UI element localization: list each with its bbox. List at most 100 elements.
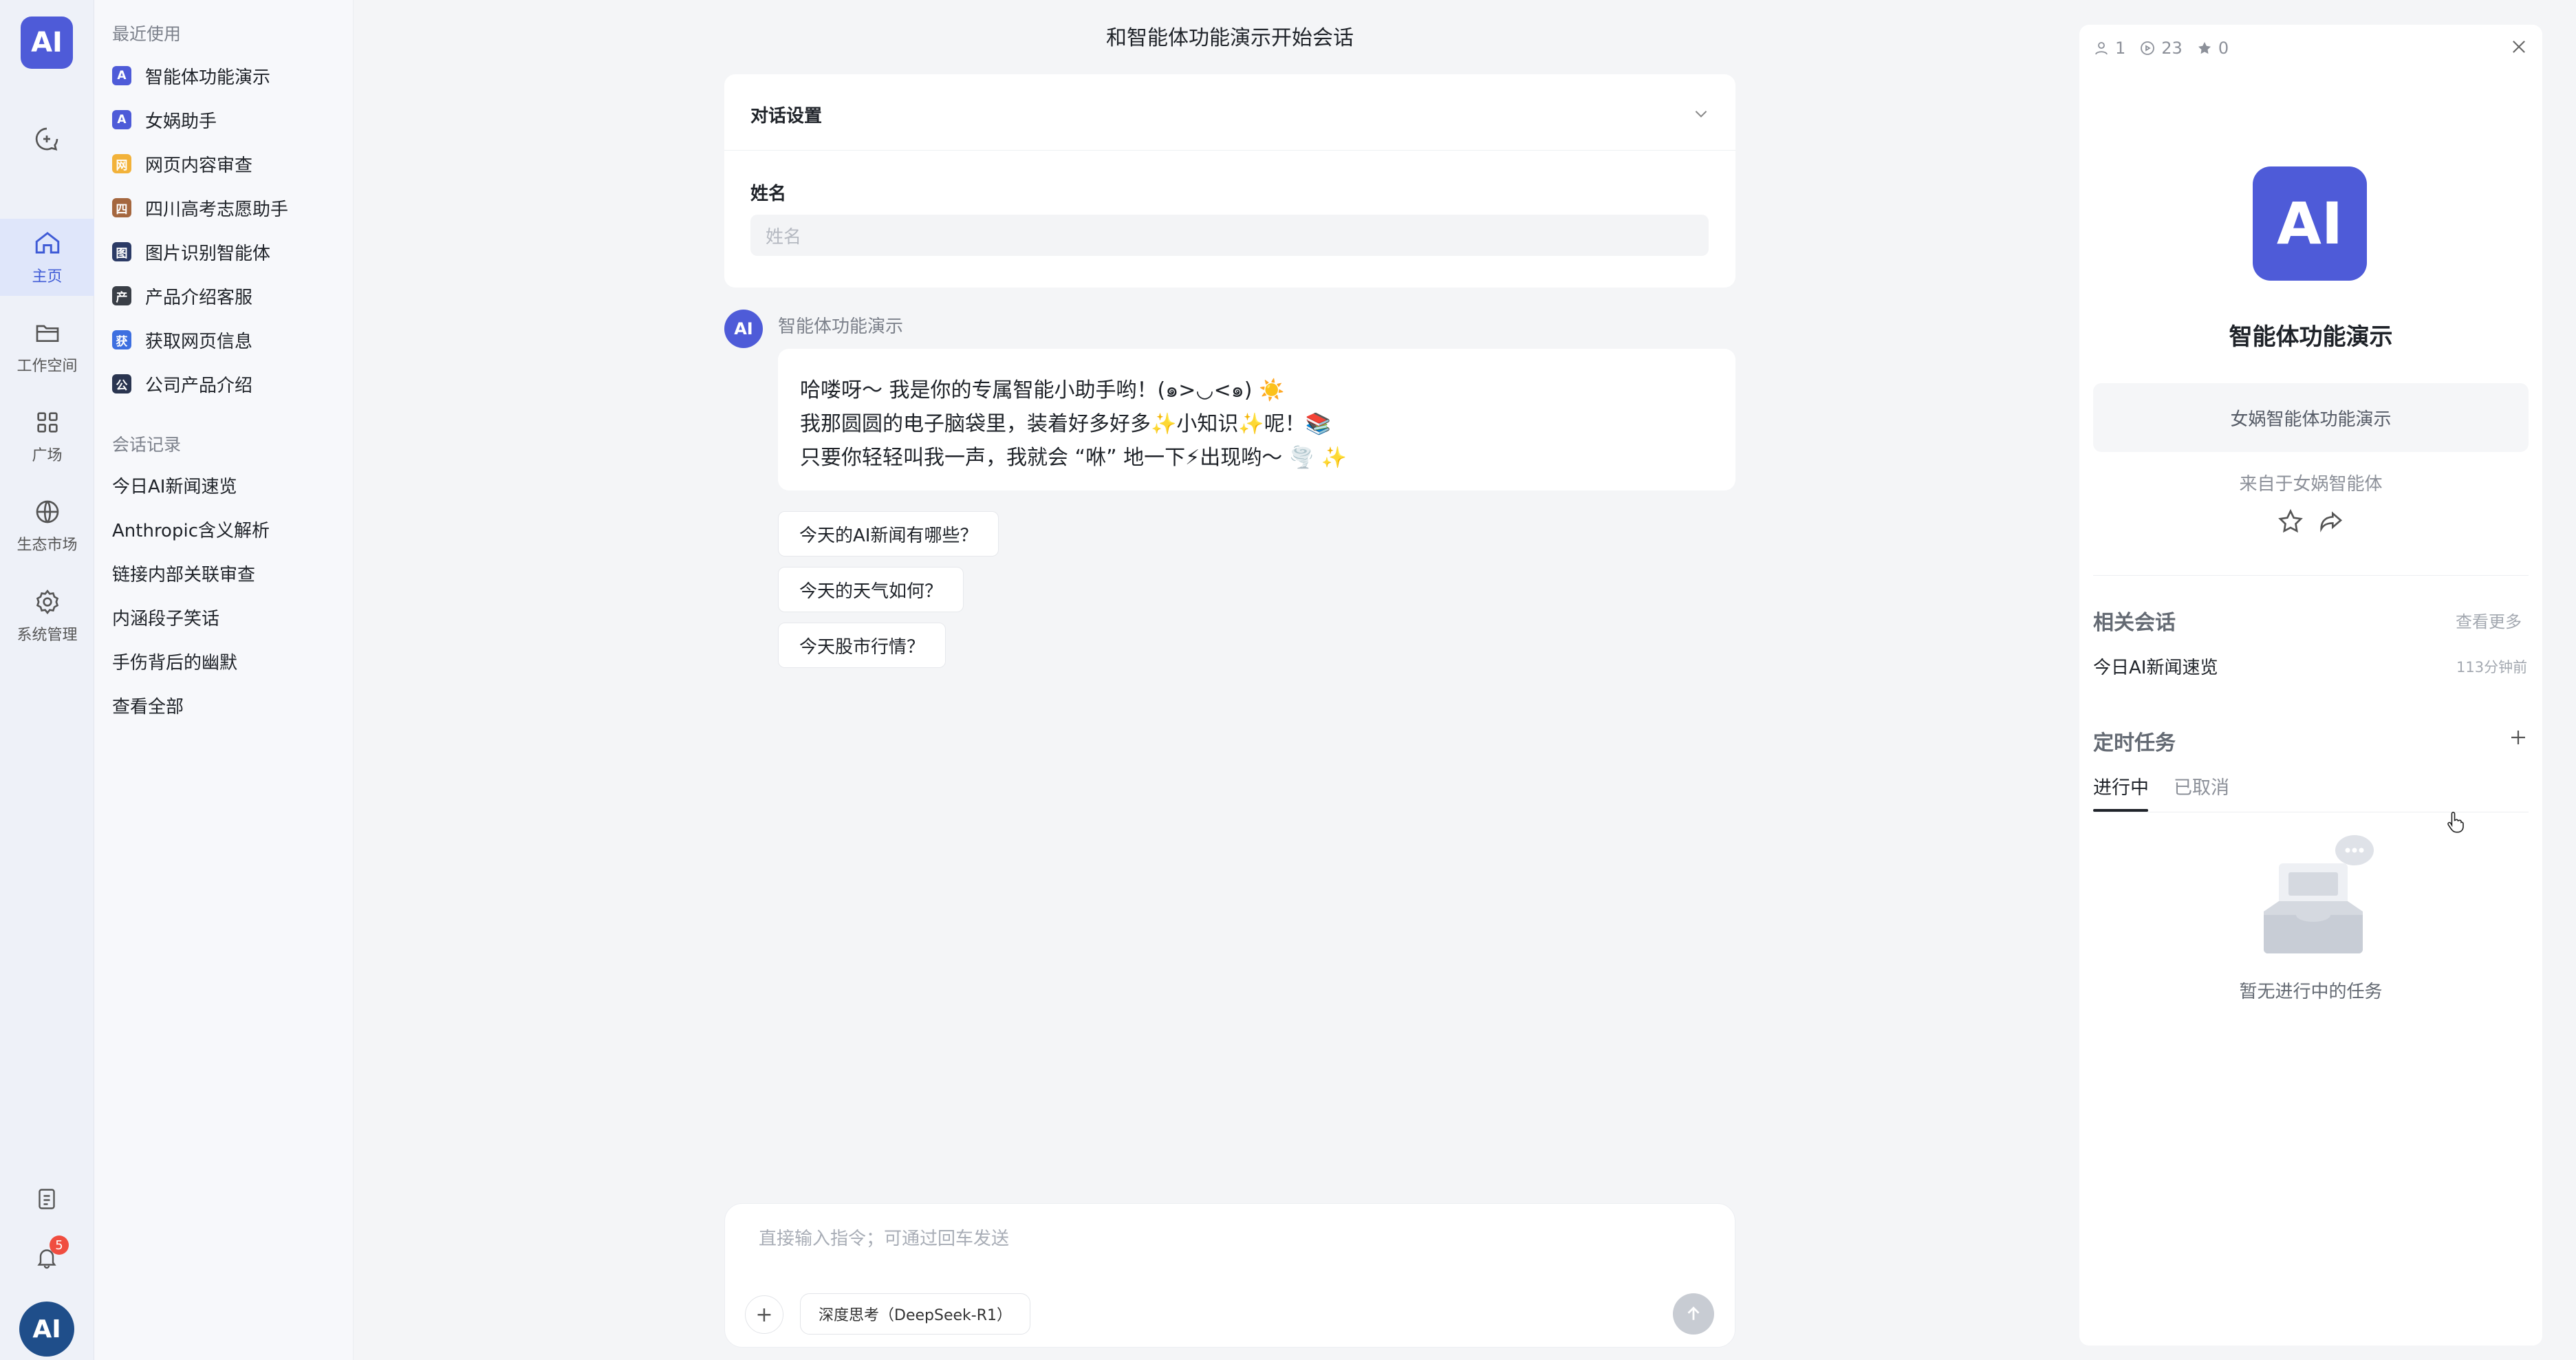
cursor-hand-icon [2445, 812, 2465, 834]
agent-icon: 图 [112, 242, 131, 261]
eye-icon [2139, 40, 2156, 56]
settings-title[interactable]: 对话设置 [750, 102, 822, 127]
recent-item-label: 女娲助手 [145, 111, 217, 132]
share-icon[interactable] [2317, 508, 2344, 535]
agent-icon: 公 [112, 374, 131, 393]
suggestion-chip[interactable]: 今天股市行情？ [778, 623, 946, 668]
recent-item-label: 四川高考志愿助手 [145, 199, 289, 220]
name-field-label: 姓名 [750, 184, 787, 204]
new-chat-icon[interactable] [33, 125, 61, 153]
user-avatar[interactable]: AI [19, 1302, 74, 1357]
related-title: 相关会话 [2093, 611, 2176, 635]
empty-inbox-icon [2258, 832, 2375, 963]
app-logo[interactable]: AI [21, 17, 73, 69]
nav-plaza[interactable]: 广场 [0, 398, 94, 475]
left-nav-rail [0, 0, 94, 1360]
add-task-icon[interactable] [2508, 727, 2529, 748]
history-item[interactable]: 手伤背后的幽默 [112, 643, 237, 679]
nav-home-label: 主页 [32, 268, 63, 285]
agent-icon: 产 [112, 286, 131, 305]
view-all-link[interactable]: 查看全部 [112, 687, 184, 723]
agent-icon: 获 [112, 330, 131, 349]
recent-section-title: 最近使用 [112, 24, 182, 44]
related-session-time: 113分钟前 [2456, 659, 2528, 676]
nav-system[interactable]: 系统管理 [0, 578, 94, 655]
history-item[interactable]: 内涵段子笑话 [112, 599, 219, 635]
send-button[interactable] [1673, 1293, 1714, 1335]
nav-market[interactable]: 生态市场 [0, 488, 94, 565]
empty-state-text: 暂无进行中的任务 [2239, 982, 2383, 1002]
bot-name: 智能体功能演示 [778, 316, 904, 337]
document-icon[interactable] [34, 1187, 59, 1211]
user-icon [2093, 40, 2110, 56]
recent-item[interactable]: 公公司产品介绍 [112, 366, 252, 402]
recent-item[interactable]: 获获取网页信息 [112, 322, 252, 358]
star-icon[interactable] [2277, 508, 2304, 535]
chat-title: 和智能体功能演示开始会话 [1106, 26, 1354, 50]
suggestion-chip[interactable]: 今天的天气如何？ [778, 567, 964, 612]
history-section-title: 会话记录 [112, 435, 182, 455]
suggestion-chip[interactable]: 今天的AI新闻有哪些？ [778, 511, 999, 557]
recent-item[interactable]: 产产品介绍客服 [112, 278, 252, 314]
gear-icon [34, 588, 61, 616]
message-line: 哈喽呀～ 我是你的专属智能小助手哟！(๑>◡<๑) ☀️ [800, 378, 1285, 402]
see-more-link[interactable]: 查看更多 [2456, 608, 2522, 632]
agent-name: 智能体功能演示 [2229, 323, 2393, 351]
recent-item-label: 图片识别智能体 [145, 243, 271, 264]
views-count: 23 [2161, 39, 2183, 58]
plus-icon: + [755, 1302, 773, 1327]
attach-button[interactable]: + [745, 1295, 783, 1334]
nav-market-label: 生态市场 [17, 537, 78, 554]
recent-item-label: 公司产品介绍 [145, 375, 253, 396]
arrow-up-icon [1683, 1304, 1704, 1324]
recent-item-label: 获取网页信息 [145, 331, 253, 352]
recent-item[interactable]: 网网页内容审查 [112, 146, 252, 182]
nav-plaza-label: 广场 [32, 447, 63, 464]
recent-item-label: 产品介绍客服 [145, 287, 253, 308]
globe-icon [34, 498, 61, 526]
settings-divider [724, 150, 1735, 151]
recent-item[interactable]: 四四川高考志愿助手 [112, 190, 288, 226]
tab-in-progress[interactable]: 进行中 [2093, 773, 2149, 799]
tab-cancelled[interactable]: 已取消 [2174, 773, 2229, 799]
agent-stats: 1 23 0 [2093, 39, 2234, 58]
nav-workspace-label: 工作空间 [17, 358, 78, 375]
star-filled-icon [2196, 40, 2213, 56]
recent-item[interactable]: A 智能体功能演示 [112, 58, 270, 94]
nav-workspace[interactable]: 工作空间 [0, 309, 94, 386]
grid-icon [34, 409, 61, 436]
bot-avatar: AI [724, 310, 763, 348]
chevron-down-icon[interactable] [1692, 105, 1710, 122]
history-item[interactable]: Anthropic含义解析 [112, 511, 270, 547]
name-input[interactable]: 姓名 [750, 215, 1709, 256]
bot-message: 哈喽呀～ 我是你的专属智能小助手哟！(๑>◡<๑) ☀️ 我那圆圆的电子脑袋里，… [778, 349, 1735, 490]
message-line: 我那圆圆的电子脑袋里，装着好多好多✨小知识✨呢！📚 [800, 412, 1332, 436]
agent-icon: 网 [112, 154, 131, 173]
deep-think-toggle[interactable]: 深度思考（DeepSeek-R1） [800, 1293, 1030, 1335]
notification-badge: 5 [50, 1235, 69, 1255]
recent-item[interactable]: 图图片识别智能体 [112, 234, 270, 270]
home-icon [33, 228, 62, 257]
agent-logo: AI [2253, 166, 2367, 281]
agent-icon: A [112, 66, 131, 85]
related-session-item[interactable]: 今日AI新闻速览 [2093, 654, 2218, 679]
recent-item-label: 网页内容审查 [145, 155, 253, 176]
folder-icon [34, 319, 61, 347]
message-input-placeholder[interactable]: 直接输入指令；可通过回车发送 [759, 1224, 1009, 1250]
schedule-title: 定时任务 [2093, 731, 2176, 755]
agent-icon: A [112, 110, 131, 129]
agent-description: 女娲智能体功能演示 [2093, 383, 2529, 452]
recent-item-label: 智能体功能演示 [145, 67, 271, 88]
nav-system-label: 系统管理 [17, 627, 78, 644]
history-item[interactable]: 今日AI新闻速览 [112, 467, 237, 503]
users-count: 1 [2115, 39, 2126, 58]
recent-item[interactable]: A 女娲助手 [112, 102, 217, 138]
message-line: 只要你轻轻叫我一声，我就会 “咻” 地一下⚡出现哟～ 🌪️ ✨ [800, 446, 1347, 470]
agent-icon: 四 [112, 198, 131, 217]
history-item[interactable]: 链接内部关联审查 [112, 555, 255, 591]
nav-home[interactable]: 主页 [0, 219, 94, 296]
close-icon[interactable] [2509, 37, 2529, 56]
panel-divider [2093, 575, 2529, 576]
stars-count: 0 [2218, 39, 2229, 58]
agent-source: 来自于女娲智能体 [2239, 474, 2383, 495]
